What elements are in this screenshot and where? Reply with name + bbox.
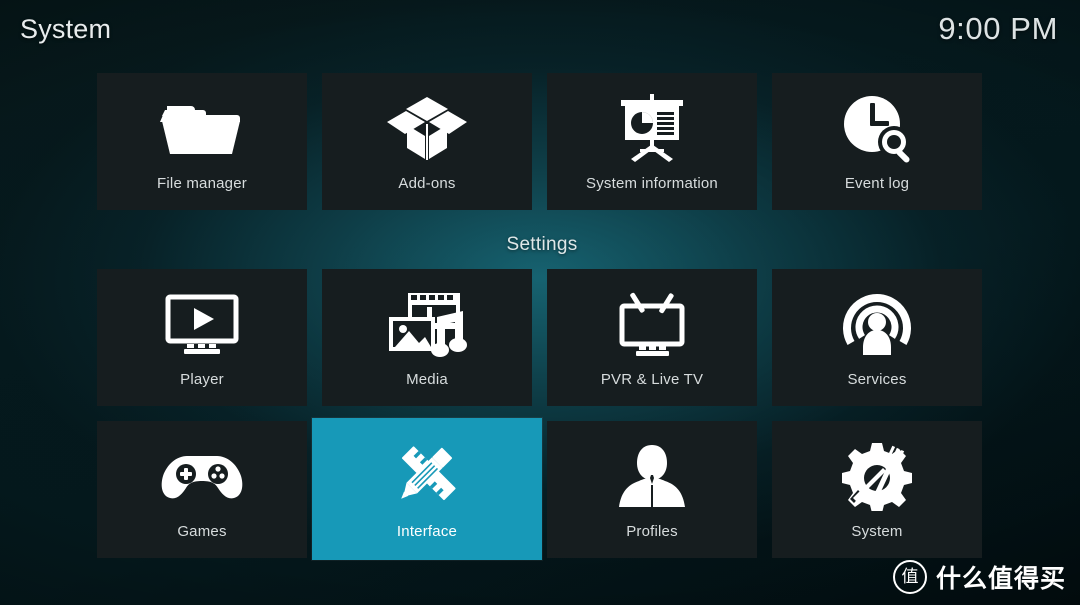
tile-player[interactable]: Player — [97, 269, 307, 406]
open-box-icon — [386, 92, 468, 164]
tile-label: Player — [180, 371, 224, 388]
top-row: File manager Add-ons System information … — [97, 73, 987, 210]
tile-media[interactable]: Media — [322, 269, 532, 406]
tile-label: Interface — [396, 523, 458, 540]
pencil-ruler-icon — [389, 439, 465, 511]
tile-label: Profiles — [626, 523, 678, 540]
tile-event-log[interactable]: Event log — [772, 73, 982, 210]
tile-services[interactable]: Services — [772, 269, 982, 406]
settings-grid: File manager Add-ons System information … — [97, 73, 987, 573]
watermark: 值 什么值得买 — [892, 559, 1066, 595]
kodi-system-screen: System 9:00 PM File manager Add-ons Syst… — [0, 0, 1080, 605]
monitor-play-icon — [162, 288, 242, 360]
gear-tool-icon — [840, 440, 914, 512]
settings-row-2: Games Interface Profiles System — [97, 418, 987, 560]
tile-system-information[interactable]: System information — [547, 73, 757, 210]
tile-label: Add-ons — [398, 175, 456, 192]
tile-profiles[interactable]: Profiles — [547, 421, 757, 558]
tile-interface[interactable]: Interface — [312, 418, 542, 560]
tile-file-manager[interactable]: File manager — [97, 73, 307, 210]
settings-section-label: Settings — [506, 234, 578, 255]
tile-label: System — [851, 523, 903, 540]
tv-antenna-icon — [612, 288, 692, 360]
broadcast-person-icon — [841, 288, 913, 360]
clock-search-icon — [839, 92, 915, 164]
tile-label: Services — [847, 371, 907, 388]
clock: 9:00 PM — [938, 11, 1058, 46]
person-icon — [616, 440, 688, 512]
settings-row-1: Player Media PVR & Live TV Services — [97, 269, 987, 406]
gamepad-icon — [160, 440, 244, 512]
page-title: System — [20, 13, 112, 44]
tile-system[interactable]: System — [772, 421, 982, 558]
top-bar: System 9:00 PM — [0, 0, 1080, 58]
tile-pvr-live-tv[interactable]: PVR & Live TV — [547, 269, 757, 406]
film-photo-music-icon — [385, 288, 469, 360]
tile-label: Media — [406, 371, 448, 388]
tile-label: File manager — [157, 175, 247, 192]
presentation-board-icon — [615, 92, 689, 164]
tile-label: PVR & Live TV — [600, 371, 704, 388]
tile-label: System information — [586, 175, 718, 192]
tile-label: Games — [177, 523, 227, 540]
tile-add-ons[interactable]: Add-ons — [322, 73, 532, 210]
watermark-text: 什么值得买 — [935, 564, 1066, 593]
folder-icon — [159, 92, 245, 164]
watermark-logo-icon: 值 — [892, 560, 927, 594]
tile-games[interactable]: Games — [97, 421, 307, 558]
tile-label: Event log — [844, 175, 910, 192]
